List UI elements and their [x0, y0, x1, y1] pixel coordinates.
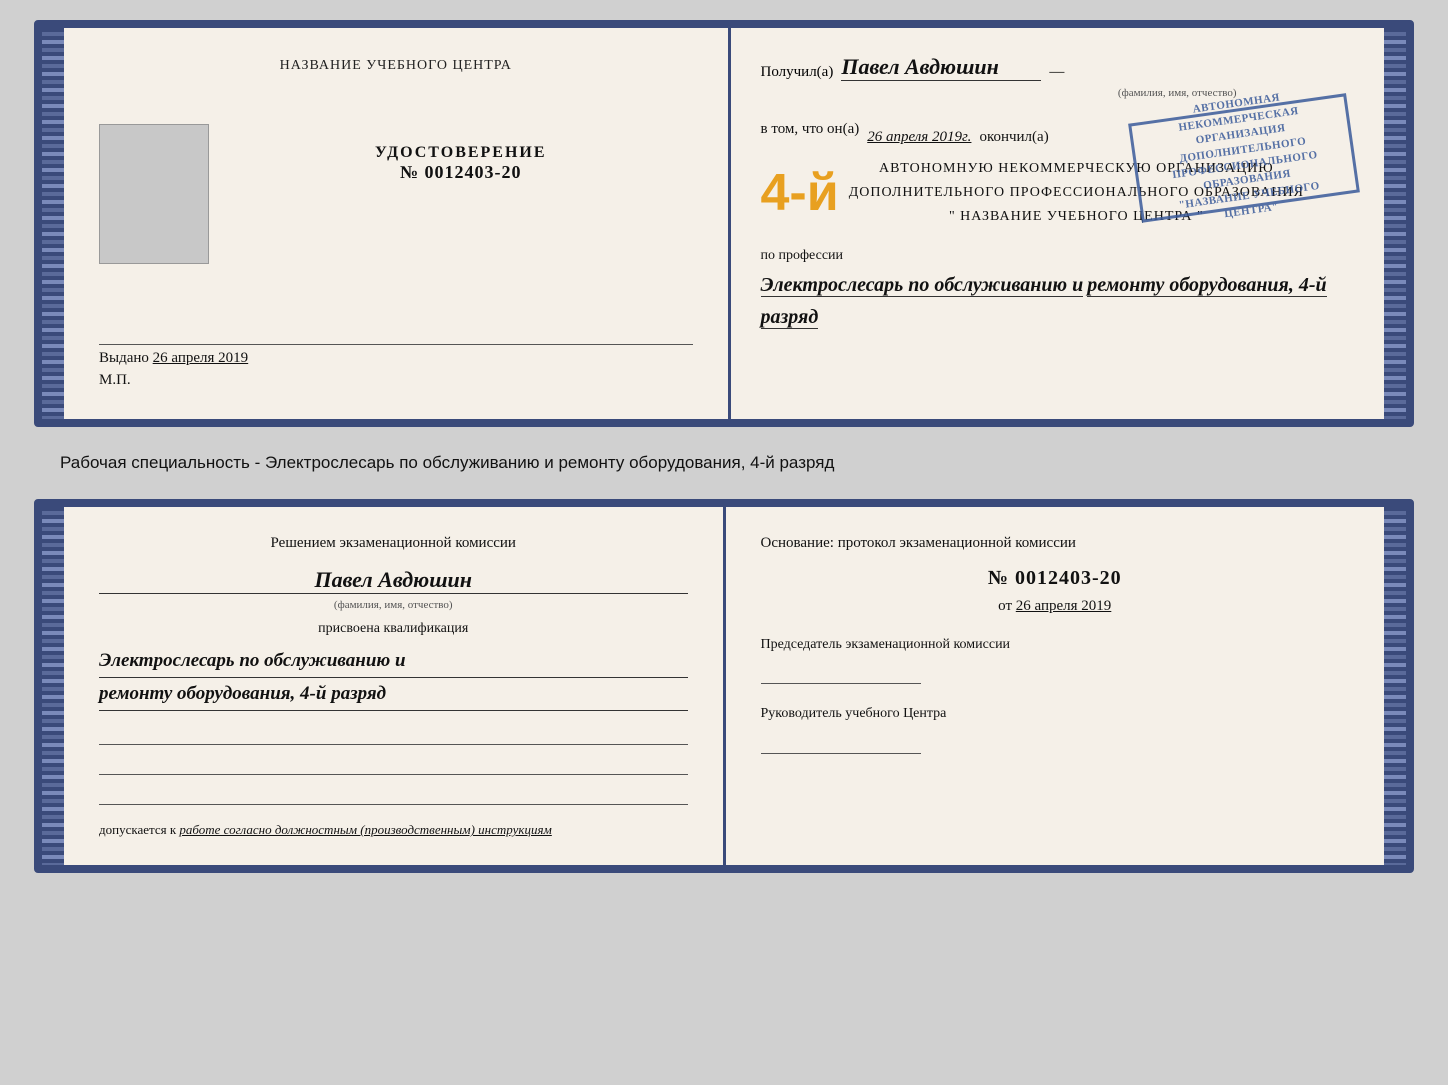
director-label: Руководитель учебного Центра [761, 704, 1350, 724]
sig-line-2 [99, 753, 688, 775]
profession-value: Электрослесарь по обслуживанию и [761, 274, 1084, 297]
exam-commission-title: Решением экзаменационной комиссии [99, 532, 688, 555]
training-center-title: НАЗВАНИЕ УЧЕБНОГО ЦЕНТРА [280, 58, 512, 74]
stamp-overlay: АВТОНОМНАЯ НЕКОММЕРЧЕСКАЯОРГАНИЗАЦИЯДОПО… [1128, 93, 1360, 223]
photo-placeholder [99, 124, 209, 264]
ot-date-val: 26 апреля 2019 [1016, 598, 1112, 614]
received-line: Получил(а) Павел Авдюшин — [761, 54, 1355, 81]
issued-line: Выдано 26 апреля 2019 [99, 344, 693, 367]
qual-line2: ремонту оборудования, 4-й разряд [99, 678, 688, 711]
protocol-number: № 0012403-20 [761, 567, 1350, 590]
bottom-doc-right-panel: Основание: протокол экзаменационной коми… [726, 507, 1385, 865]
dash: — [1049, 64, 1064, 81]
person-name-top: Павел Авдюшин [841, 54, 1041, 81]
bottom-doc-left-panel: Решением экзаменационной комиссии Павел … [64, 507, 726, 865]
top-document: НАЗВАНИЕ УЧЕБНОГО ЦЕНТРА УДОСТОВЕРЕНИЕ №… [34, 20, 1414, 427]
middle-text: Рабочая специальность - Электрослесарь п… [20, 445, 1428, 481]
left-binding-deco [42, 28, 64, 419]
date-top: 26 апреля 2019г. [867, 129, 971, 146]
issued-date: 26 апреля 2019 [153, 350, 249, 366]
bottom-right-binding-deco [1384, 507, 1406, 865]
fio-label-bottom: (фамилия, имя, отчество) [99, 599, 688, 611]
mp-label: М.П. [99, 372, 131, 389]
допускается-block: допускается к работе согласно должностны… [99, 820, 688, 840]
person-name-bottom: Павел Авдюшин [99, 567, 688, 594]
sig-lines [99, 723, 688, 805]
ot-prefix: от [998, 598, 1012, 614]
issued-label: Выдано [99, 350, 149, 366]
cert-number: № 0012403-20 [375, 162, 547, 183]
profession-label: по профессии [761, 248, 1355, 264]
допускается-value: работе согласно должностным (производств… [179, 822, 551, 837]
assigned-label: присвоена квалификация [99, 621, 688, 637]
допускается-prefix: допускается к [99, 822, 176, 837]
bottom-left-binding-deco [42, 507, 64, 865]
qual-line1: Электрослесарь по обслуживанию и [99, 645, 688, 678]
osnov-label: Основание: протокол экзаменационной коми… [761, 532, 1350, 555]
ot-date-bottom: от 26 апреля 2019 [761, 598, 1350, 615]
director-sig-line [761, 732, 921, 754]
chairman-sig-line [761, 662, 921, 684]
in-that-prefix: в том, что он(а) [761, 121, 860, 138]
sig-line-1 [99, 723, 688, 745]
top-doc-right-panel: Получил(а) Павел Авдюшин — (фамилия, имя… [731, 28, 1385, 419]
finished-word: окончил(а) [979, 129, 1048, 146]
cert-label: УДОСТОВЕРЕНИЕ [375, 144, 547, 162]
top-doc-left-panel: НАЗВАНИЕ УЧЕБНОГО ЦЕНТРА УДОСТОВЕРЕНИЕ №… [64, 28, 731, 419]
chairman-label: Председатель экзаменационной комиссии [761, 635, 1350, 655]
cert-number-section: УДОСТОВЕРЕНИЕ № 0012403-20 [375, 144, 547, 183]
sig-line-3 [99, 783, 688, 805]
profession-block: по профессии Электрослесарь по обслужива… [761, 248, 1355, 333]
received-prefix: Получил(а) [761, 64, 834, 81]
bottom-document: Решением экзаменационной комиссии Павел … [34, 499, 1414, 873]
big-grade: 4-й [761, 167, 839, 219]
